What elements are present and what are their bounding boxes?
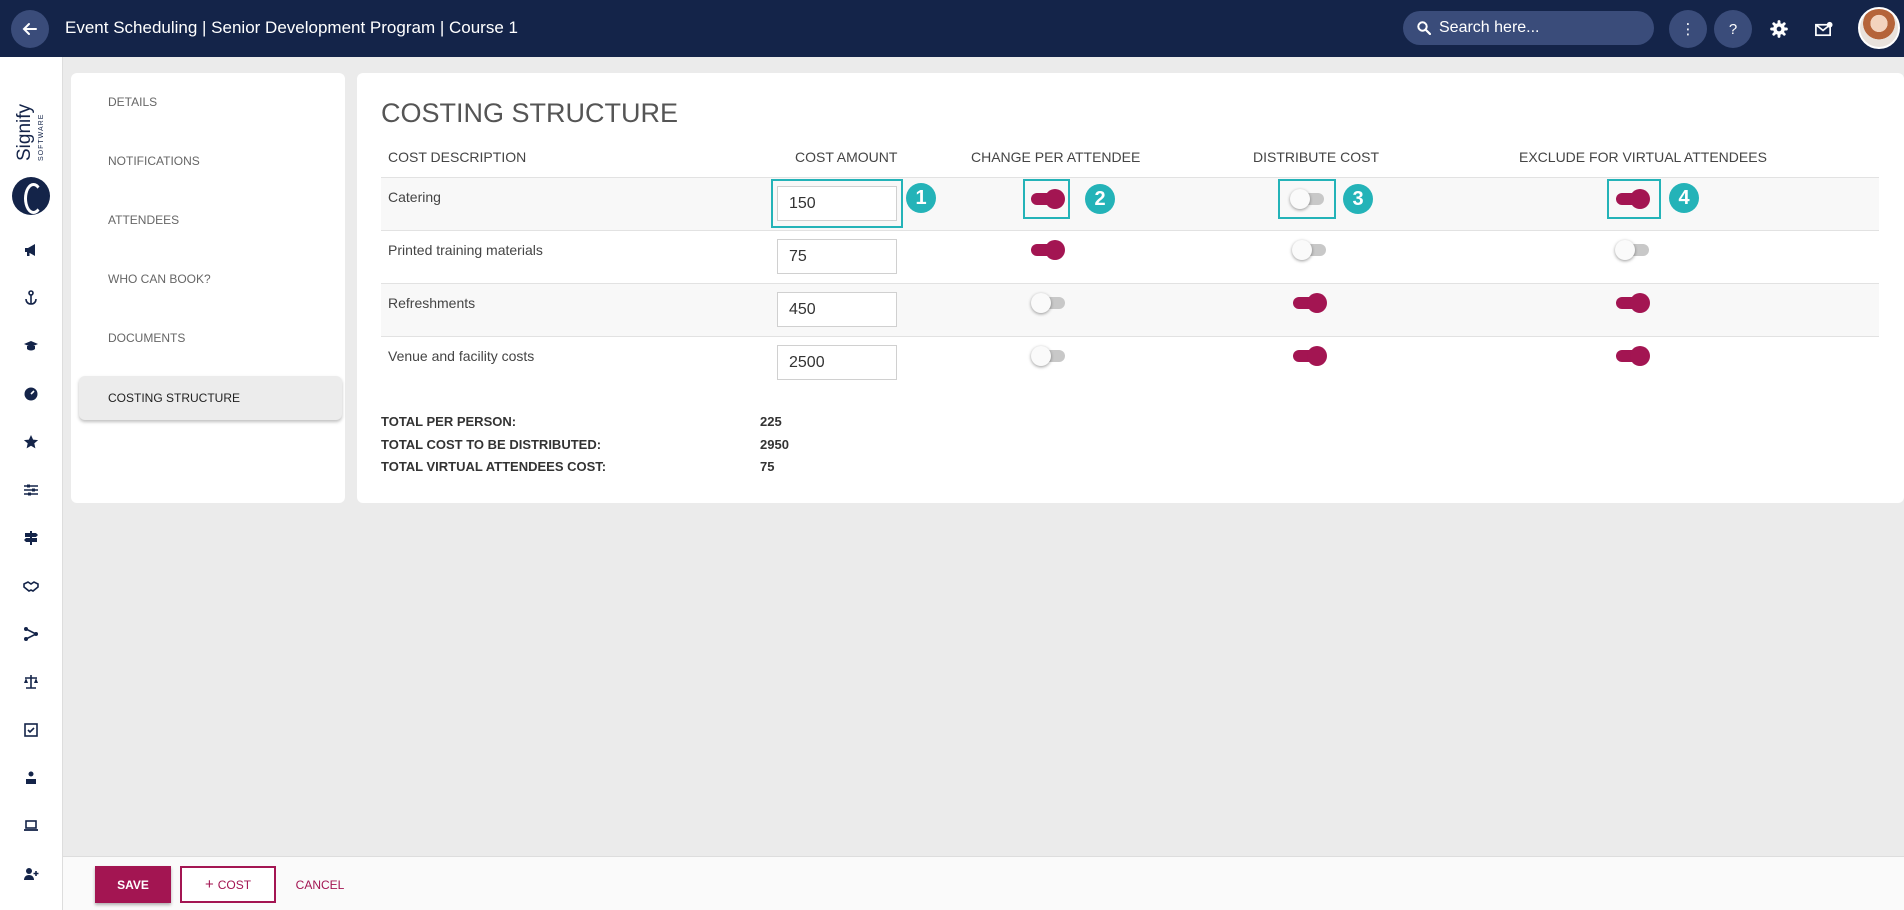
help-button[interactable]: ?	[1714, 10, 1752, 48]
save-button[interactable]: SAVE	[95, 866, 171, 903]
costing-structure-panel: COSTING STRUCTURE COST DESCRIPTION COST …	[357, 73, 1904, 503]
search-box[interactable]	[1403, 11, 1654, 45]
total-distributed-value: 2950	[760, 437, 789, 452]
highlight-box	[1607, 179, 1661, 219]
page-header-title: Event Scheduling | Senior Development Pr…	[65, 18, 518, 37]
change-per-attendee-toggle[interactable]	[1031, 346, 1067, 366]
column-header-change-per-attendee: CHANGE PER ATTENDEE	[971, 149, 1141, 165]
nav-item-costing-structure[interactable]: COSTING STRUCTURE	[79, 376, 342, 420]
megaphone-icon[interactable]	[22, 241, 40, 259]
cost-amount-input[interactable]	[777, 239, 897, 274]
back-button[interactable]	[11, 10, 49, 48]
top-bar: Event Scheduling | Senior Development Pr…	[0, 0, 1904, 57]
search-input[interactable]	[1439, 19, 1639, 37]
sliders-icon[interactable]	[22, 481, 40, 499]
gear-icon	[1770, 20, 1788, 38]
table-row	[381, 283, 1879, 336]
left-rail: Signify SOFTWARE	[0, 57, 63, 910]
nav-item-attendees[interactable]: ATTENDEES	[108, 213, 179, 227]
section-nav: DETAILS NOTIFICATIONS ATTENDEES WHO CAN …	[71, 73, 345, 503]
anchor-icon[interactable]	[22, 289, 40, 307]
highlight-box	[771, 179, 903, 228]
total-label: TOTAL VIRTUAL ATTENDEES COST:	[381, 459, 607, 474]
total-per-person-value: 225	[760, 414, 782, 429]
more-options-button[interactable]: ⋮	[1669, 10, 1707, 48]
add-cost-button[interactable]: + COST	[180, 866, 276, 903]
user-board-icon[interactable]	[22, 769, 40, 787]
total-virtual-value: 75	[760, 459, 775, 474]
distribute-cost-toggle[interactable]	[1291, 346, 1327, 366]
help-icon: ?	[1728, 20, 1738, 38]
column-header-description: COST DESCRIPTION	[388, 149, 527, 165]
scales-icon[interactable]	[22, 673, 40, 691]
exclude-virtual-toggle[interactable]	[1614, 346, 1650, 366]
logo-mark-icon	[12, 177, 50, 215]
table-row	[381, 336, 1879, 389]
search-icon	[1417, 21, 1431, 35]
graduation-cap-icon[interactable]	[22, 337, 40, 355]
network-icon[interactable]	[22, 625, 40, 643]
total-label: TOTAL COST TO BE DISTRIBUTED:	[381, 437, 602, 452]
action-footer: SAVE + COST CANCEL	[63, 856, 1904, 910]
mail-icon	[1814, 21, 1833, 36]
column-header-exclude-virtual: EXCLUDE FOR VIRTUAL ATTENDEES	[1519, 149, 1767, 165]
cost-description: Printed training materials	[388, 242, 543, 258]
user-avatar[interactable]	[1858, 7, 1900, 49]
callout-badge: 3	[1343, 184, 1373, 214]
star-icon[interactable]	[22, 433, 40, 451]
signpost-icon[interactable]	[22, 529, 40, 547]
cost-description: Refreshments	[388, 295, 476, 311]
highlight-box	[1278, 179, 1336, 219]
plus-icon: +	[204, 876, 214, 893]
add-user-icon[interactable]	[22, 865, 40, 883]
cost-amount-input[interactable]	[777, 292, 897, 327]
signify-logo: Signify SOFTWARE	[10, 87, 52, 217]
cost-amount-input[interactable]	[777, 345, 897, 380]
nav-item-details[interactable]: DETAILS	[108, 95, 157, 109]
callout-badge: 1	[906, 183, 936, 213]
add-cost-label: COST	[217, 877, 252, 892]
messages-button[interactable]	[1811, 17, 1835, 41]
distribute-cost-toggle[interactable]	[1291, 293, 1327, 313]
cost-description: Venue and facility costs	[388, 348, 535, 364]
checklist-icon[interactable]	[22, 721, 40, 739]
total-label: TOTAL PER PERSON:	[381, 414, 517, 429]
callout-badge: 2	[1085, 184, 1115, 214]
more-vertical-icon: ⋮	[1680, 21, 1696, 38]
arrow-left-icon	[22, 23, 37, 35]
highlight-box	[1023, 179, 1070, 219]
table-row	[381, 230, 1879, 283]
column-header-distribute-cost: DISTRIBUTE COST	[1253, 149, 1380, 165]
cost-description: Catering	[388, 189, 441, 205]
settings-button[interactable]	[1767, 17, 1791, 41]
nav-item-notifications[interactable]: NOTIFICATIONS	[108, 154, 200, 168]
change-per-attendee-toggle[interactable]	[1031, 293, 1067, 313]
distribute-cost-toggle[interactable]	[1292, 240, 1328, 260]
exclude-virtual-toggle[interactable]	[1615, 240, 1651, 260]
nav-item-who-can-book[interactable]: WHO CAN BOOK?	[108, 272, 211, 286]
laptop-icon[interactable]	[22, 817, 40, 835]
cancel-button[interactable]: CANCEL	[285, 866, 355, 903]
callout-badge: 4	[1669, 183, 1699, 213]
exclude-virtual-toggle[interactable]	[1614, 293, 1650, 313]
page-title: COSTING STRUCTURE	[381, 98, 678, 128]
column-header-amount: COST AMOUNT	[795, 149, 898, 165]
change-per-attendee-toggle[interactable]	[1029, 240, 1065, 260]
dashboard-icon[interactable]	[22, 385, 40, 403]
handshake-icon[interactable]	[22, 577, 40, 595]
nav-item-documents[interactable]: DOCUMENTS	[108, 331, 185, 345]
